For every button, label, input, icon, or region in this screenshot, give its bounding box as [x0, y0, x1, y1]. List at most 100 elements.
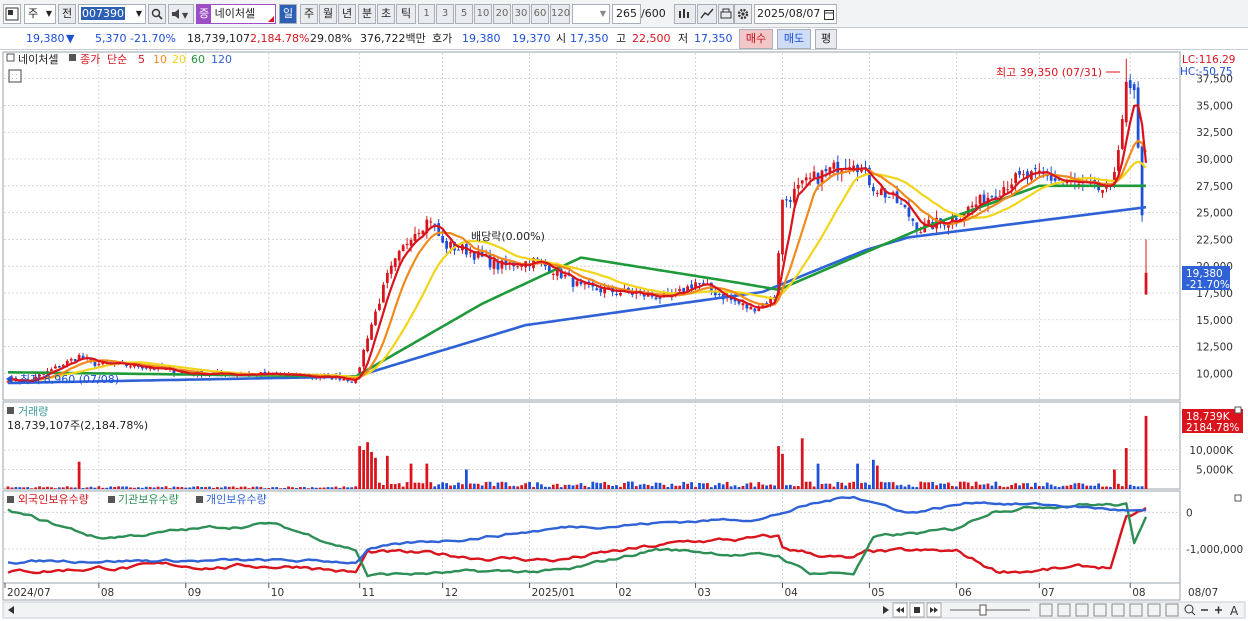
sell-button[interactable]: 매도 [777, 29, 811, 49]
volume-bar [1109, 486, 1112, 489]
interval-button[interactable]: 10 [474, 4, 492, 24]
volume-bar [966, 482, 970, 489]
volume-bar [951, 485, 954, 489]
volume-bar [101, 487, 105, 489]
font-size-icon[interactable]: A [1230, 604, 1239, 618]
candle-body [1022, 174, 1025, 176]
volume-bar [962, 481, 966, 489]
eval-button[interactable]: 평 [815, 29, 837, 49]
interval-button[interactable]: 60 [531, 4, 549, 24]
volume-bar [77, 461, 81, 489]
period-tab[interactable]: 초 [377, 4, 395, 24]
panel-close-icon[interactable] [1234, 494, 1242, 502]
volume-bar [219, 487, 223, 489]
chart-tool-icon[interactable] [674, 4, 696, 24]
candle-body [54, 366, 57, 369]
volume-bar [642, 483, 646, 489]
legend-ma20: 20 [172, 53, 186, 66]
y-tick-label: 22,500 [1196, 234, 1233, 246]
candle-body [990, 196, 994, 198]
volume-bar [200, 487, 203, 489]
volume-bar [852, 481, 855, 489]
legend-ma60: 60 [191, 53, 205, 66]
gear-icon[interactable] [734, 4, 752, 24]
volume-bar [129, 487, 132, 489]
volume-bar [216, 487, 219, 489]
sector-badge: 증 [197, 5, 212, 23]
volume-bar [231, 486, 235, 489]
sound-icon[interactable]: ▼ [168, 4, 194, 24]
volume-bar [65, 486, 69, 489]
volume-bar [393, 484, 397, 489]
interval-button[interactable]: 120 [550, 4, 570, 24]
volume-title: 거래량 [18, 405, 48, 418]
volume-bar [184, 487, 188, 489]
volume-bar [133, 487, 136, 489]
interval-custom-select[interactable]: ▼ [572, 4, 610, 24]
volume-bar [1069, 484, 1073, 489]
count-input[interactable]: 265 [612, 4, 641, 24]
layout-icon[interactable] [3, 4, 21, 24]
zoom-chart-icon[interactable] [697, 4, 717, 24]
zoom-slider-handle[interactable] [979, 604, 987, 616]
x-tick-label: 04 [784, 587, 798, 599]
search-icon[interactable] [148, 4, 166, 24]
interval-button[interactable]: 20 [493, 4, 511, 24]
volume-bar [587, 487, 591, 489]
period-tab[interactable]: 틱 [396, 4, 416, 24]
volume-bar [468, 483, 472, 489]
volume-bar [1124, 448, 1128, 489]
stock-name-field[interactable]: 증 네이처셀 [196, 4, 276, 24]
y-tick-label: 25,000 [1196, 208, 1233, 220]
playback-controls[interactable] [892, 602, 942, 618]
volume-bar [89, 486, 93, 489]
volume-bar [504, 482, 508, 489]
y-tick-label: 10,000 [1196, 368, 1233, 380]
date-input[interactable]: 2025/08/07 [754, 4, 837, 24]
volume-bar [1140, 486, 1144, 489]
interval-button[interactable]: 30 [512, 4, 530, 24]
volume-bar [496, 482, 500, 489]
period-tab[interactable]: 분 [358, 4, 376, 24]
table-icon-grid [11, 72, 19, 80]
volume-bar [875, 465, 879, 489]
panel-close-icon[interactable] [1234, 406, 1242, 414]
volume-bar [148, 486, 152, 489]
volume-bar [144, 486, 148, 489]
calendar-icon[interactable] [824, 8, 834, 26]
volume-bar [994, 481, 998, 489]
interval-button[interactable]: 5 [455, 4, 473, 24]
candle-body [1124, 81, 1128, 123]
buy-button[interactable]: 매수 [739, 29, 773, 49]
candle-body [1116, 150, 1120, 171]
x-tick-label: 05 [871, 587, 884, 599]
holdings-tick-label: -1,000,000 [1186, 544, 1243, 556]
stock-code-input[interactable]: 007390 ▼ [78, 4, 146, 24]
volume-bar [864, 482, 867, 489]
candle-body [1010, 184, 1014, 189]
period-tab[interactable]: 주 [300, 4, 318, 24]
volume-bar [437, 484, 441, 489]
interval-button[interactable]: 3 [436, 4, 454, 24]
market-select[interactable]: 주 ▼ [24, 4, 56, 24]
candle-body [516, 266, 520, 268]
period-tab[interactable]: 년 [338, 4, 356, 24]
period-tab[interactable]: 월 [319, 4, 337, 24]
volume-bar [97, 486, 101, 489]
x-tick-label: 06 [958, 587, 972, 599]
volume-bar [271, 487, 275, 489]
volume-bar [366, 442, 369, 489]
candle-body [852, 165, 855, 169]
print-icon[interactable] [718, 4, 734, 24]
candle-body [397, 250, 401, 261]
volume-bar [1116, 483, 1120, 489]
candle-body [563, 274, 567, 277]
candle-body [551, 273, 555, 275]
volume-bar [239, 486, 243, 489]
prev-button[interactable]: 전 [58, 4, 76, 24]
interval-button[interactable]: 1 [418, 4, 435, 24]
volume-bar [476, 483, 480, 489]
volume-bar [1085, 485, 1089, 489]
period-tab[interactable]: 일 [279, 4, 297, 24]
volume-bar [595, 482, 599, 489]
